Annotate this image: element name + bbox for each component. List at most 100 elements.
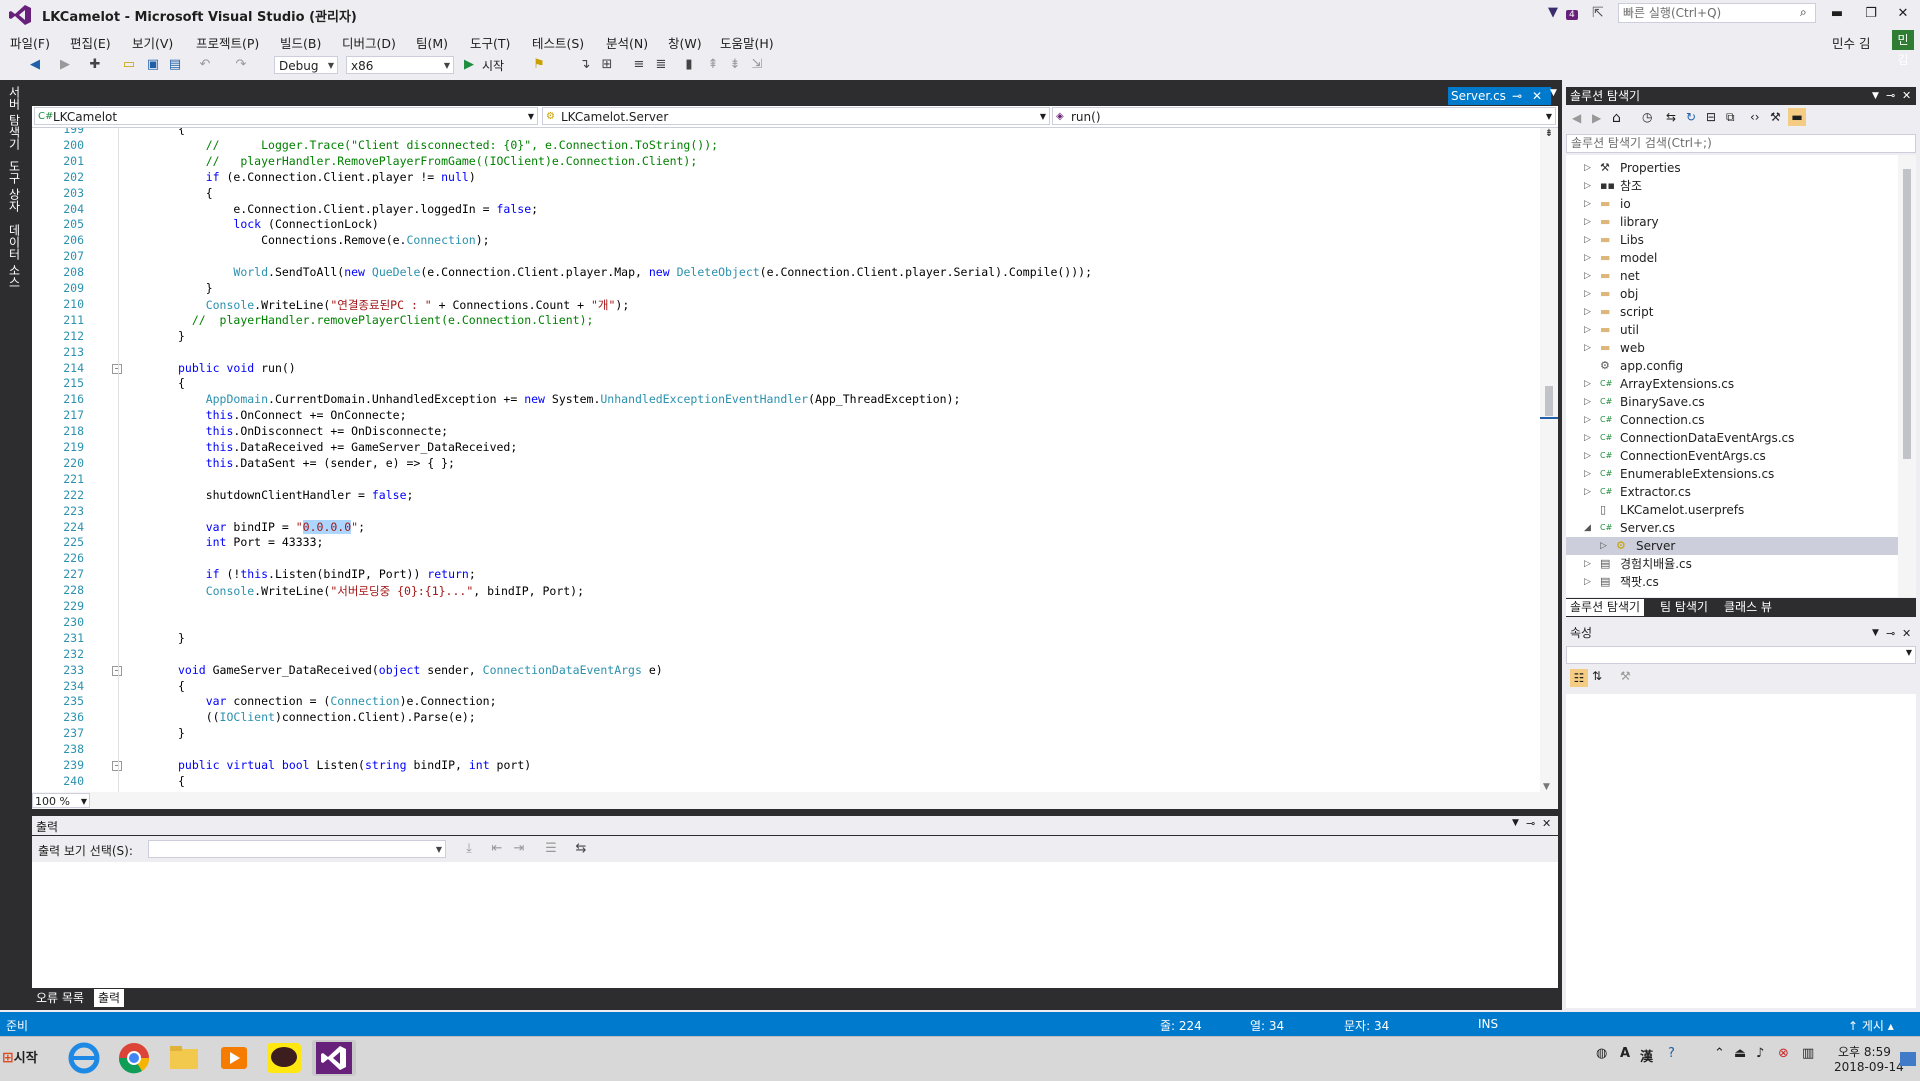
code-line[interactable]: 226 bbox=[32, 551, 1532, 566]
solution-configuration-select[interactable]: Debug ▼ bbox=[274, 56, 338, 74]
show-hidden-icons-icon[interactable]: ⌃ bbox=[1714, 1046, 1725, 1061]
code-text[interactable]: this.OnConnect += OnConnecte; bbox=[178, 408, 407, 422]
tree-item[interactable]: ▷ ▬ util bbox=[1566, 321, 1898, 339]
fold-toggle-icon[interactable]: − bbox=[112, 363, 122, 374]
collapsed-arrow-icon[interactable]: ▷ bbox=[1584, 483, 1594, 501]
undo-icon[interactable]: ↶ bbox=[196, 56, 214, 74]
chrome-app[interactable] bbox=[112, 1040, 156, 1076]
zoom-select[interactable]: 100 % ▼ bbox=[32, 793, 90, 808]
tree-item[interactable]: ▷ ▪▪ 참조 bbox=[1566, 177, 1898, 195]
view-code-icon[interactable]: ‹› bbox=[1750, 110, 1760, 124]
code-text[interactable]: Console.WriteLine("연결종료된PC : " + Connect… bbox=[178, 297, 630, 313]
tree-item[interactable]: ▷ ▬ library bbox=[1566, 213, 1898, 231]
code-line[interactable]: 229 bbox=[32, 599, 1532, 614]
tree-item[interactable]: ▷ ▬ obj bbox=[1566, 285, 1898, 303]
help-icon[interactable]: ? bbox=[1668, 1046, 1675, 1061]
avatar[interactable]: 민김 bbox=[1892, 30, 1914, 67]
code-line[interactable]: 201 // playerHandler.RemovePlayerFromGam… bbox=[32, 154, 1532, 169]
scroll-down-icon[interactable]: ▼ bbox=[1543, 782, 1550, 792]
collapsed-arrow-icon[interactable]: ▷ bbox=[1584, 195, 1594, 213]
fold-toggle-icon[interactable]: − bbox=[112, 761, 122, 771]
pin-icon[interactable]: ⊸ bbox=[1886, 624, 1895, 643]
chevron-down-icon[interactable]: ▼ bbox=[1872, 624, 1879, 643]
minimize-button[interactable]: ▬ bbox=[1822, 3, 1852, 25]
property-pages-icon[interactable]: ⚒ bbox=[1620, 669, 1631, 683]
internet-explorer-app[interactable] bbox=[62, 1040, 106, 1076]
redo-icon[interactable]: ↷ bbox=[232, 56, 250, 74]
solution-tree-scrollbar[interactable] bbox=[1898, 155, 1916, 597]
code-text[interactable]: var bindIP = "0.0.0.0"; bbox=[178, 519, 365, 534]
tree-item[interactable]: ▷ C# EnumerableExtensions.cs bbox=[1566, 465, 1898, 483]
collapsed-arrow-icon[interactable]: ▷ bbox=[1584, 177, 1594, 195]
start-button[interactable]: 시작 bbox=[482, 57, 504, 74]
feedback-icon[interactable]: ⇱ bbox=[1592, 5, 1604, 21]
code-line[interactable]: 222 shutdownClientHandler = false; bbox=[32, 488, 1532, 503]
scroll-thumb[interactable] bbox=[1545, 386, 1553, 416]
collapsed-arrow-icon[interactable]: ▷ bbox=[1584, 573, 1594, 591]
code-line[interactable]: 225 int Port = 43333; bbox=[32, 535, 1532, 550]
output-pane[interactable] bbox=[32, 862, 1558, 988]
expanded-arrow-icon[interactable]: ◢ bbox=[1584, 519, 1594, 537]
code-line[interactable]: 212} bbox=[32, 329, 1532, 344]
properties-wrench-icon[interactable]: ⚒ bbox=[1770, 110, 1781, 124]
tree-item[interactable]: ▷ C# ConnectionDataEventArgs.cs bbox=[1566, 429, 1898, 447]
language-icon[interactable]: ◍ bbox=[1596, 1046, 1607, 1061]
next-bookmark-icon[interactable]: ⇟ bbox=[726, 56, 744, 74]
network-icon[interactable]: ▥ bbox=[1802, 1046, 1814, 1061]
play-icon[interactable]: ▶ bbox=[464, 57, 474, 72]
code-line[interactable]: 205 lock (ConnectionLock) bbox=[32, 217, 1532, 232]
code-text[interactable]: int Port = 43333; bbox=[178, 535, 324, 549]
tree-item[interactable]: ▷ ▬ Libs bbox=[1566, 231, 1898, 249]
input-mode-han-icon[interactable]: 漢 bbox=[1640, 1046, 1653, 1065]
tree-item[interactable]: ▷ ▬ script bbox=[1566, 303, 1898, 321]
code-line[interactable]: 204 e.Connection.Client.player.loggedIn … bbox=[32, 202, 1532, 217]
code-line[interactable]: 203 { bbox=[32, 186, 1532, 201]
collapsed-arrow-icon[interactable]: ▷ bbox=[1584, 411, 1594, 429]
code-line[interactable]: 228 Console.WriteLine("서버로딩중 {0}:{1}..."… bbox=[32, 583, 1532, 598]
code-text[interactable]: } bbox=[178, 631, 185, 645]
save-all-icon[interactable]: ▤ bbox=[166, 56, 184, 74]
safely-remove-icon[interactable]: ⏏ bbox=[1734, 1046, 1746, 1061]
sync-icon[interactable]: ⇆ bbox=[1666, 110, 1676, 124]
close-icon[interactable]: ✕ bbox=[1532, 87, 1542, 105]
code-line[interactable]: 211 // playerHandler.removePlayerClient(… bbox=[32, 313, 1532, 328]
project-select[interactable]: C# LKCamelot ▼ bbox=[34, 107, 538, 125]
input-mode-a-icon[interactable]: A bbox=[1620, 1046, 1630, 1061]
code-editor[interactable]: 199 {200 // Logger.Trace("Client disconne… bbox=[32, 128, 1540, 792]
back-icon[interactable]: ◀ bbox=[1572, 111, 1581, 125]
close-icon[interactable]: ✕ bbox=[1542, 817, 1551, 830]
code-text[interactable]: public void run() bbox=[178, 361, 296, 375]
code-line[interactable]: 206 Connections.Remove(e.Connection); bbox=[32, 233, 1532, 248]
tab-team-explorer[interactable]: 팀 탐색기 bbox=[1656, 599, 1712, 616]
menu-view[interactable]: 보기(V) bbox=[132, 33, 173, 52]
code-text[interactable]: if (e.Connection.Client.player != null) bbox=[178, 170, 476, 184]
code-line[interactable]: 219 this.DataReceived += GameServer_Data… bbox=[32, 440, 1532, 455]
clear-bookmarks-icon[interactable]: ⇲ bbox=[748, 56, 766, 74]
code-line[interactable]: 210 Console.WriteLine("연결종료된PC : " + Con… bbox=[32, 297, 1532, 312]
tree-item[interactable]: ▷ C# Connection.cs bbox=[1566, 411, 1898, 429]
bookmark-icon[interactable]: ▮ bbox=[680, 56, 698, 74]
media-player-app[interactable] bbox=[212, 1040, 256, 1076]
collapse-all-icon[interactable]: ⊟ bbox=[1706, 110, 1716, 124]
collapsed-arrow-icon[interactable]: ▷ bbox=[1584, 429, 1594, 447]
code-text[interactable]: { bbox=[178, 774, 185, 788]
collapsed-arrow-icon[interactable]: ▷ bbox=[1584, 447, 1594, 465]
code-text[interactable]: // Logger.Trace("Client disconnected: {0… bbox=[178, 138, 718, 152]
tree-item[interactable]: ▷ C# ArrayExtensions.cs bbox=[1566, 375, 1898, 393]
categorized-icon[interactable]: ☷ bbox=[1570, 669, 1588, 687]
tab-error-list[interactable]: 오류 목록 bbox=[32, 989, 88, 1007]
code-line[interactable]: 215 { bbox=[32, 376, 1532, 391]
visual-studio-app[interactable] bbox=[312, 1040, 356, 1076]
menu-team[interactable]: 팀(M) bbox=[416, 33, 448, 52]
collapsed-arrow-icon[interactable]: ▷ bbox=[1584, 555, 1594, 573]
user-name[interactable]: 민수 김 bbox=[1832, 33, 1870, 52]
code-text[interactable]: // playerHandler.removePlayerClient(e.Co… bbox=[178, 313, 594, 327]
prev-bookmark-icon[interactable]: ⇞ bbox=[704, 56, 722, 74]
code-text[interactable]: { bbox=[178, 679, 185, 693]
clock-time[interactable]: 오후 8:59 bbox=[1838, 1043, 1891, 1060]
collapsed-arrow-icon[interactable]: ▷ bbox=[1584, 231, 1594, 249]
code-line[interactable]: 221 bbox=[32, 472, 1532, 487]
chevron-down-icon[interactable]: ▼ bbox=[1872, 87, 1879, 105]
clock-date[interactable]: 2018-09-14 bbox=[1834, 1060, 1904, 1074]
code-line[interactable]: 227 if (!this.Listen(bindIP, Port)) retu… bbox=[32, 567, 1532, 582]
